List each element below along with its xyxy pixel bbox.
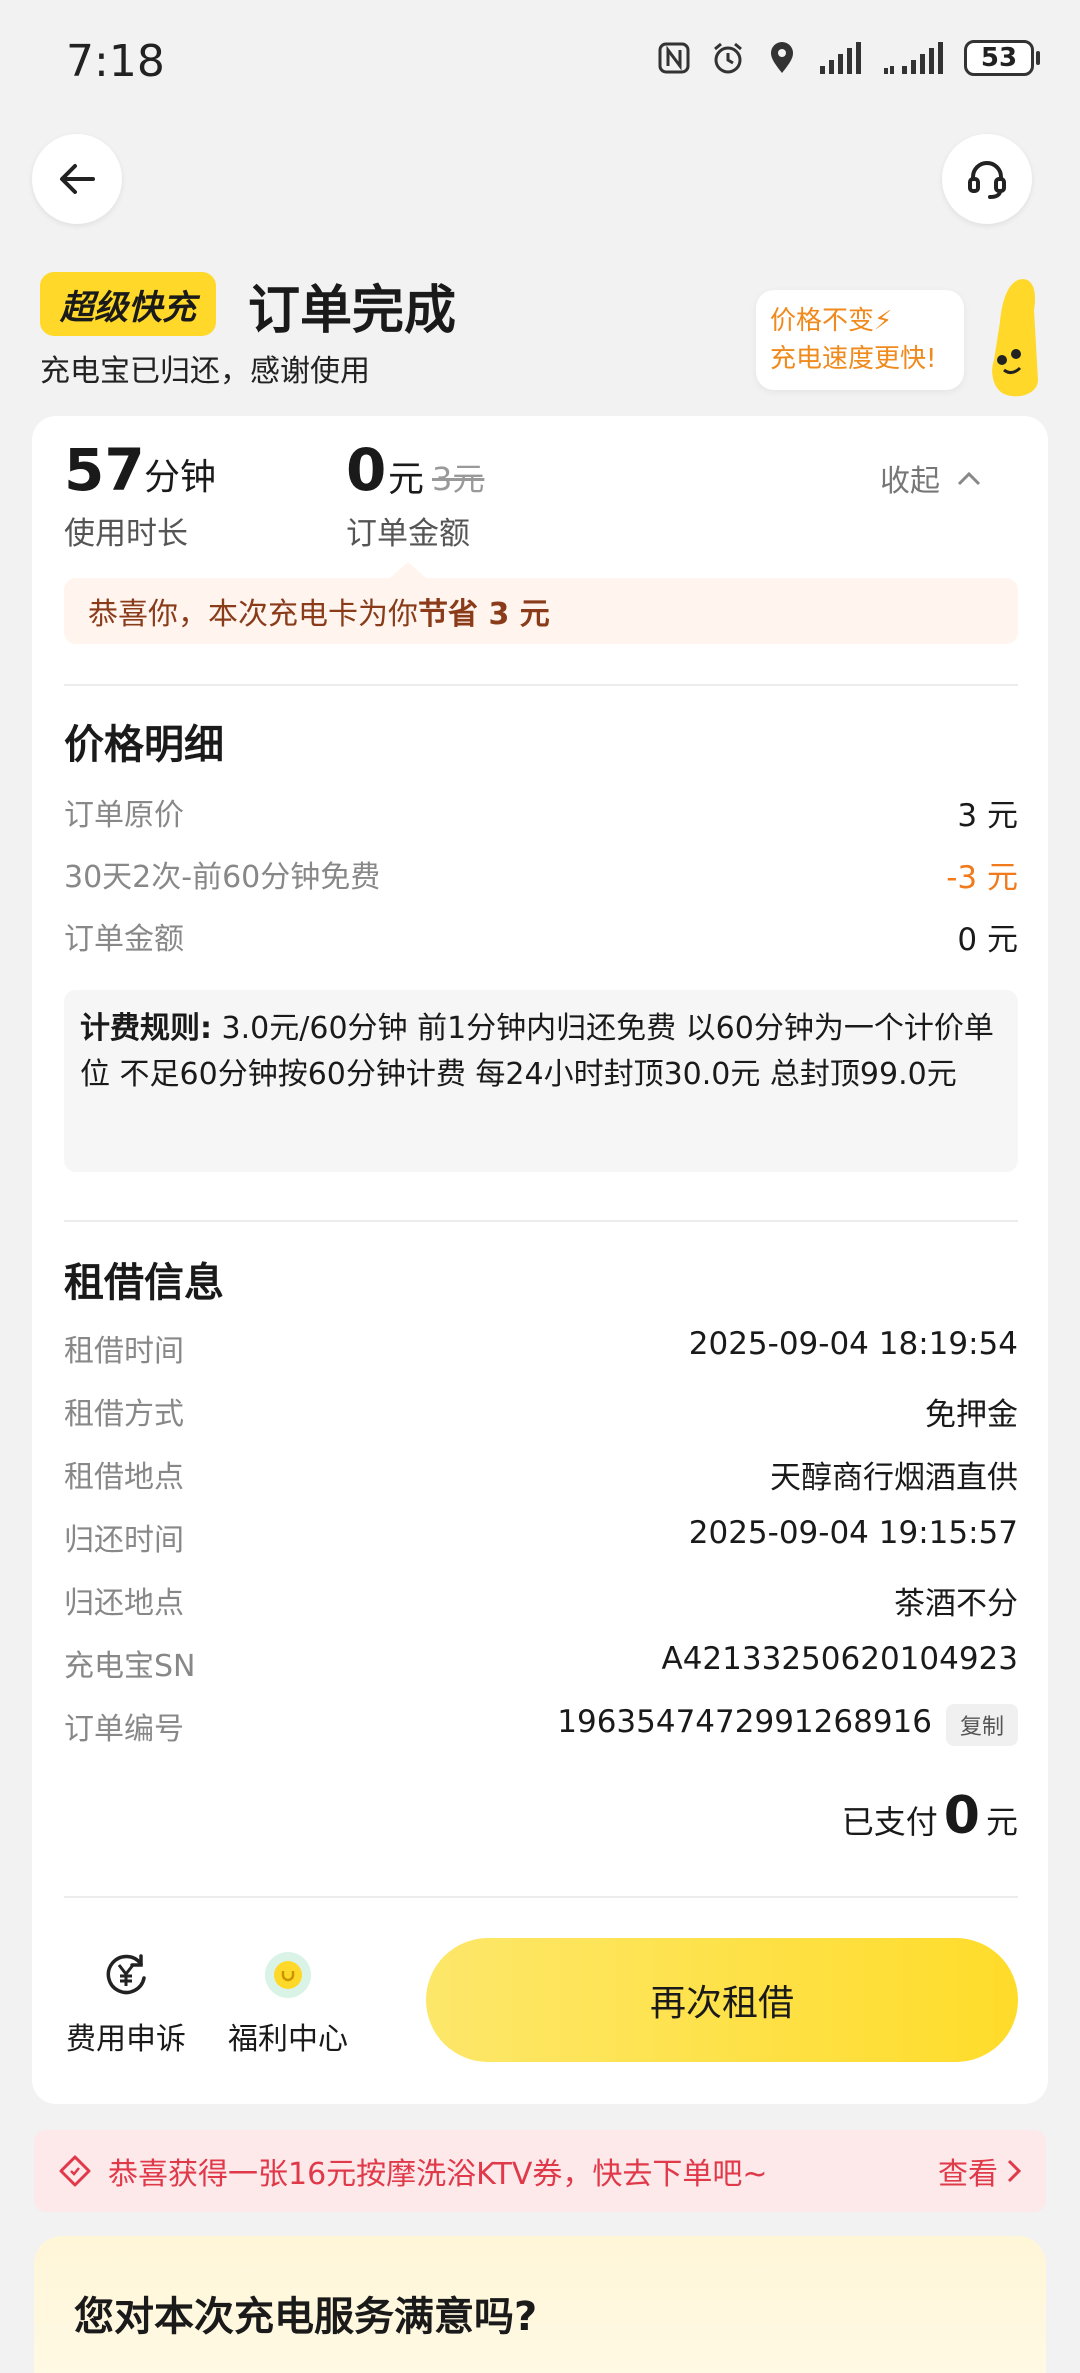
amount-unit: 元 [388,459,425,500]
yuan-circle-icon [106,1954,146,1995]
duration-value: 57 [64,436,145,504]
survey-title: 您对本次充电服务满意吗? [74,2294,538,2340]
saving-highlight: 节省 3 元 [418,597,550,632]
order-number-value: 1963547472991268916 [557,1704,932,1740]
billing-rule-label: 计费规则: [80,1011,212,1046]
nfc-icon [658,42,690,74]
coupon-banner[interactable]: 恭喜获得一张16元按摩洗浴KTV券，快去下单吧~ 查看 [34,2130,1046,2212]
rental-row-value: 茶酒不分 [894,1586,1018,1622]
price-row-label: 订单金额 [64,922,184,957]
location-icon [771,42,793,73]
price-row-value: 3 元 [957,798,1018,834]
welfare-icon [265,1952,311,1998]
collapse-toggle[interactable]: 收起 [880,456,982,500]
rental-info-title: 租借信息 [64,1260,224,1306]
mascot-icon [992,279,1038,397]
amount-original: 3元 [432,460,485,498]
price-row-value: 0 元 [957,922,1018,958]
chevron-up-icon [957,471,981,486]
rental-row-label: 订单编号 [64,1712,184,1747]
rental-row-value: 2025-09-04 19:15:57 [688,1515,1018,1551]
duration-unit: 分钟 [144,457,217,498]
rent-again-button[interactable]: 再次租借 [426,1938,1018,2062]
collapse-label: 收起 [880,464,940,499]
rental-row-value: A42133250620104923 [661,1641,1019,1677]
coupon-view-label: 查看 [938,2157,998,2192]
status-time: 7:18 [66,36,165,87]
promo-bubble: 价格不变⚡ 充电速度更快! [756,290,964,390]
welfare-center-button[interactable]: 福利中心 [228,1950,348,2058]
rental-row-label: 归还时间 [64,1523,184,1558]
rental-row-label: 归还地点 [64,1586,184,1621]
rental-row-label: 充电宝SN [64,1649,196,1684]
battery-indicator: 53 [964,40,1040,76]
back-button[interactable] [32,134,122,224]
divider [64,1896,1018,1898]
price-row-label: 订单原价 [64,798,184,833]
rental-row-label: 租借时间 [64,1334,184,1369]
divider [64,1220,1018,1222]
price-detail-title: 价格明细 [64,722,224,768]
brand-badge: 超级快充 [40,272,216,336]
promo-line-1: 价格不变⚡ [770,306,893,336]
billing-rule-box: 计费规则: 3.0元/60分钟 前1分钟内归还免费 以60分钟为一个计价单位 不… [64,990,1018,1172]
saving-banner: 恭喜你，本次充电卡为你 节省 3 元 [64,578,1018,644]
paid-value: 0 [943,1786,980,1846]
copy-button[interactable]: 复制 [946,1704,1018,1746]
fee-appeal-label: 费用申诉 [66,2022,186,2057]
rental-row-label: 租借方式 [64,1397,184,1432]
rental-row-value: 2025-09-04 18:19:54 [688,1326,1018,1362]
coupon-text: 恭喜获得一张16元按摩洗浴KTV券，快去下单吧~ [108,2157,768,2192]
saving-text: 恭喜你，本次充电卡为你 [88,597,418,632]
satisfaction-survey: 您对本次充电服务满意吗? [34,2236,1046,2373]
rental-row-label: 租借地点 [64,1460,184,1495]
status-icons: 53 [656,40,1040,76]
rental-row-value: 免押金 [925,1397,1018,1433]
divider [64,684,1018,686]
arrow-left-icon [60,164,95,194]
welfare-center-label: 福利中心 [228,2022,348,2057]
signal-icon [820,42,861,74]
ticket-icon [59,2155,91,2187]
customer-service-button[interactable] [942,134,1032,224]
page-title: 订单完成 [248,281,457,341]
chevron-right-icon [1007,2159,1022,2183]
fee-appeal-button[interactable]: 费用申诉 [66,1950,186,2058]
billing-rule-text: 3.0元/60分钟 前1分钟内归还免费 以60分钟为一个计价单位 不足60分钟按… [80,1011,994,1092]
promo-line-2: 充电速度更快! [770,344,937,374]
paid-summary: 已支付 0 元 [842,1786,1018,1846]
price-row-label: 30天2次-前60分钟免费 [64,860,381,895]
rental-row-value: 天醇商行烟酒直供 [770,1460,1018,1496]
coupon-view-link[interactable]: 查看 [938,2149,1022,2193]
price-row-value: -3 元 [946,860,1018,896]
amount-value: 0 [346,436,387,504]
paid-unit: 元 [985,1803,1018,1841]
battery-level: 53 [964,40,1034,76]
amount-label: 订单金额 [346,516,470,552]
alarm-icon [714,42,742,74]
headset-icon [968,161,1006,199]
paid-label: 已支付 [841,1803,938,1841]
page-subtitle: 充电宝已归还，感谢使用 [40,354,370,389]
status-bar: 7:18 53 [0,0,1080,120]
duration-label: 使用时长 [64,516,188,552]
signal-2-icon [884,42,943,74]
